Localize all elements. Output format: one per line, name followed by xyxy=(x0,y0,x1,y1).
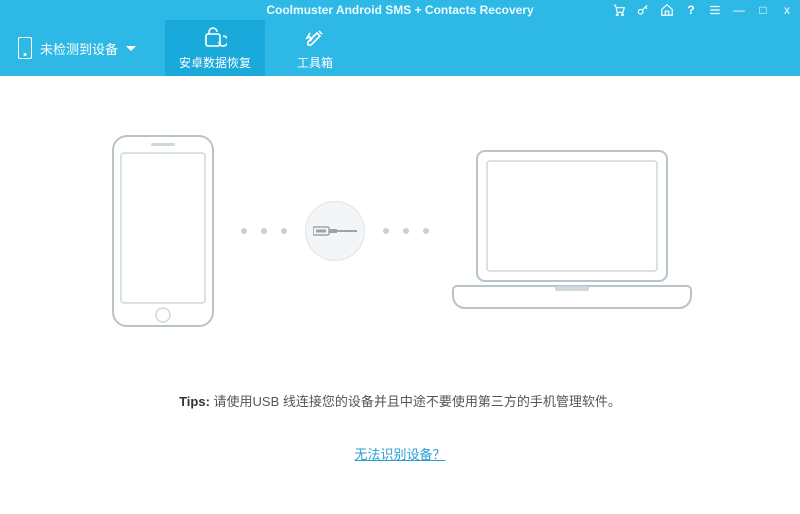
tab-toolbox[interactable]: 工具箱 xyxy=(265,20,365,76)
app-window: Coolmuster Android SMS + Contacts Recove… xyxy=(0,0,800,514)
key-icon[interactable] xyxy=(636,3,650,17)
dots-right xyxy=(383,228,429,234)
cart-icon[interactable] xyxy=(612,3,626,17)
maximize-button[interactable]: □ xyxy=(756,3,770,17)
tab-android-recovery[interactable]: 安卓数据恢复 xyxy=(165,20,265,76)
recovery-icon xyxy=(203,26,227,50)
app-title: Coolmuster Android SMS + Contacts Recove… xyxy=(266,3,533,17)
help-icon[interactable]: ? xyxy=(684,3,698,17)
home-icon[interactable] xyxy=(660,3,674,17)
connection-illustration xyxy=(103,131,697,331)
tips-body: 请使用USB 线连接您的设备并且中途不要使用第三方的手机管理软件。 xyxy=(210,394,621,409)
tips-label: Tips: xyxy=(179,394,210,409)
toolbar: 未检测到设备 安卓数据恢复 工具箱 xyxy=(0,20,800,76)
menu-icon[interactable] xyxy=(708,3,722,17)
device-status-label: 未检测到设备 xyxy=(40,39,118,58)
usb-plug-icon xyxy=(305,201,365,261)
minimize-button[interactable]: — xyxy=(732,3,746,17)
titlebar: Coolmuster Android SMS + Contacts Recove… xyxy=(0,0,800,20)
window-controls: ? — □ x xyxy=(612,0,794,20)
tips-text: Tips: 请使用USB 线连接您的设备并且中途不要使用第三方的手机管理软件。 xyxy=(179,391,621,410)
close-button[interactable]: x xyxy=(780,3,794,17)
laptop-illustration xyxy=(447,146,697,316)
phone-icon xyxy=(18,37,32,59)
phone-illustration xyxy=(103,131,223,331)
main-content: Tips: 请使用USB 线连接您的设备并且中途不要使用第三方的手机管理软件。 … xyxy=(0,76,800,514)
tools-icon xyxy=(303,26,327,50)
cannot-detect-link[interactable]: 无法识别设备？ xyxy=(354,444,445,463)
dots-left xyxy=(241,228,287,234)
chevron-down-icon xyxy=(126,46,136,51)
tab-toolbox-label: 工具箱 xyxy=(297,54,333,71)
tab-recovery-label: 安卓数据恢复 xyxy=(179,54,251,71)
device-status-dropdown[interactable]: 未检测到设备 xyxy=(0,20,165,76)
